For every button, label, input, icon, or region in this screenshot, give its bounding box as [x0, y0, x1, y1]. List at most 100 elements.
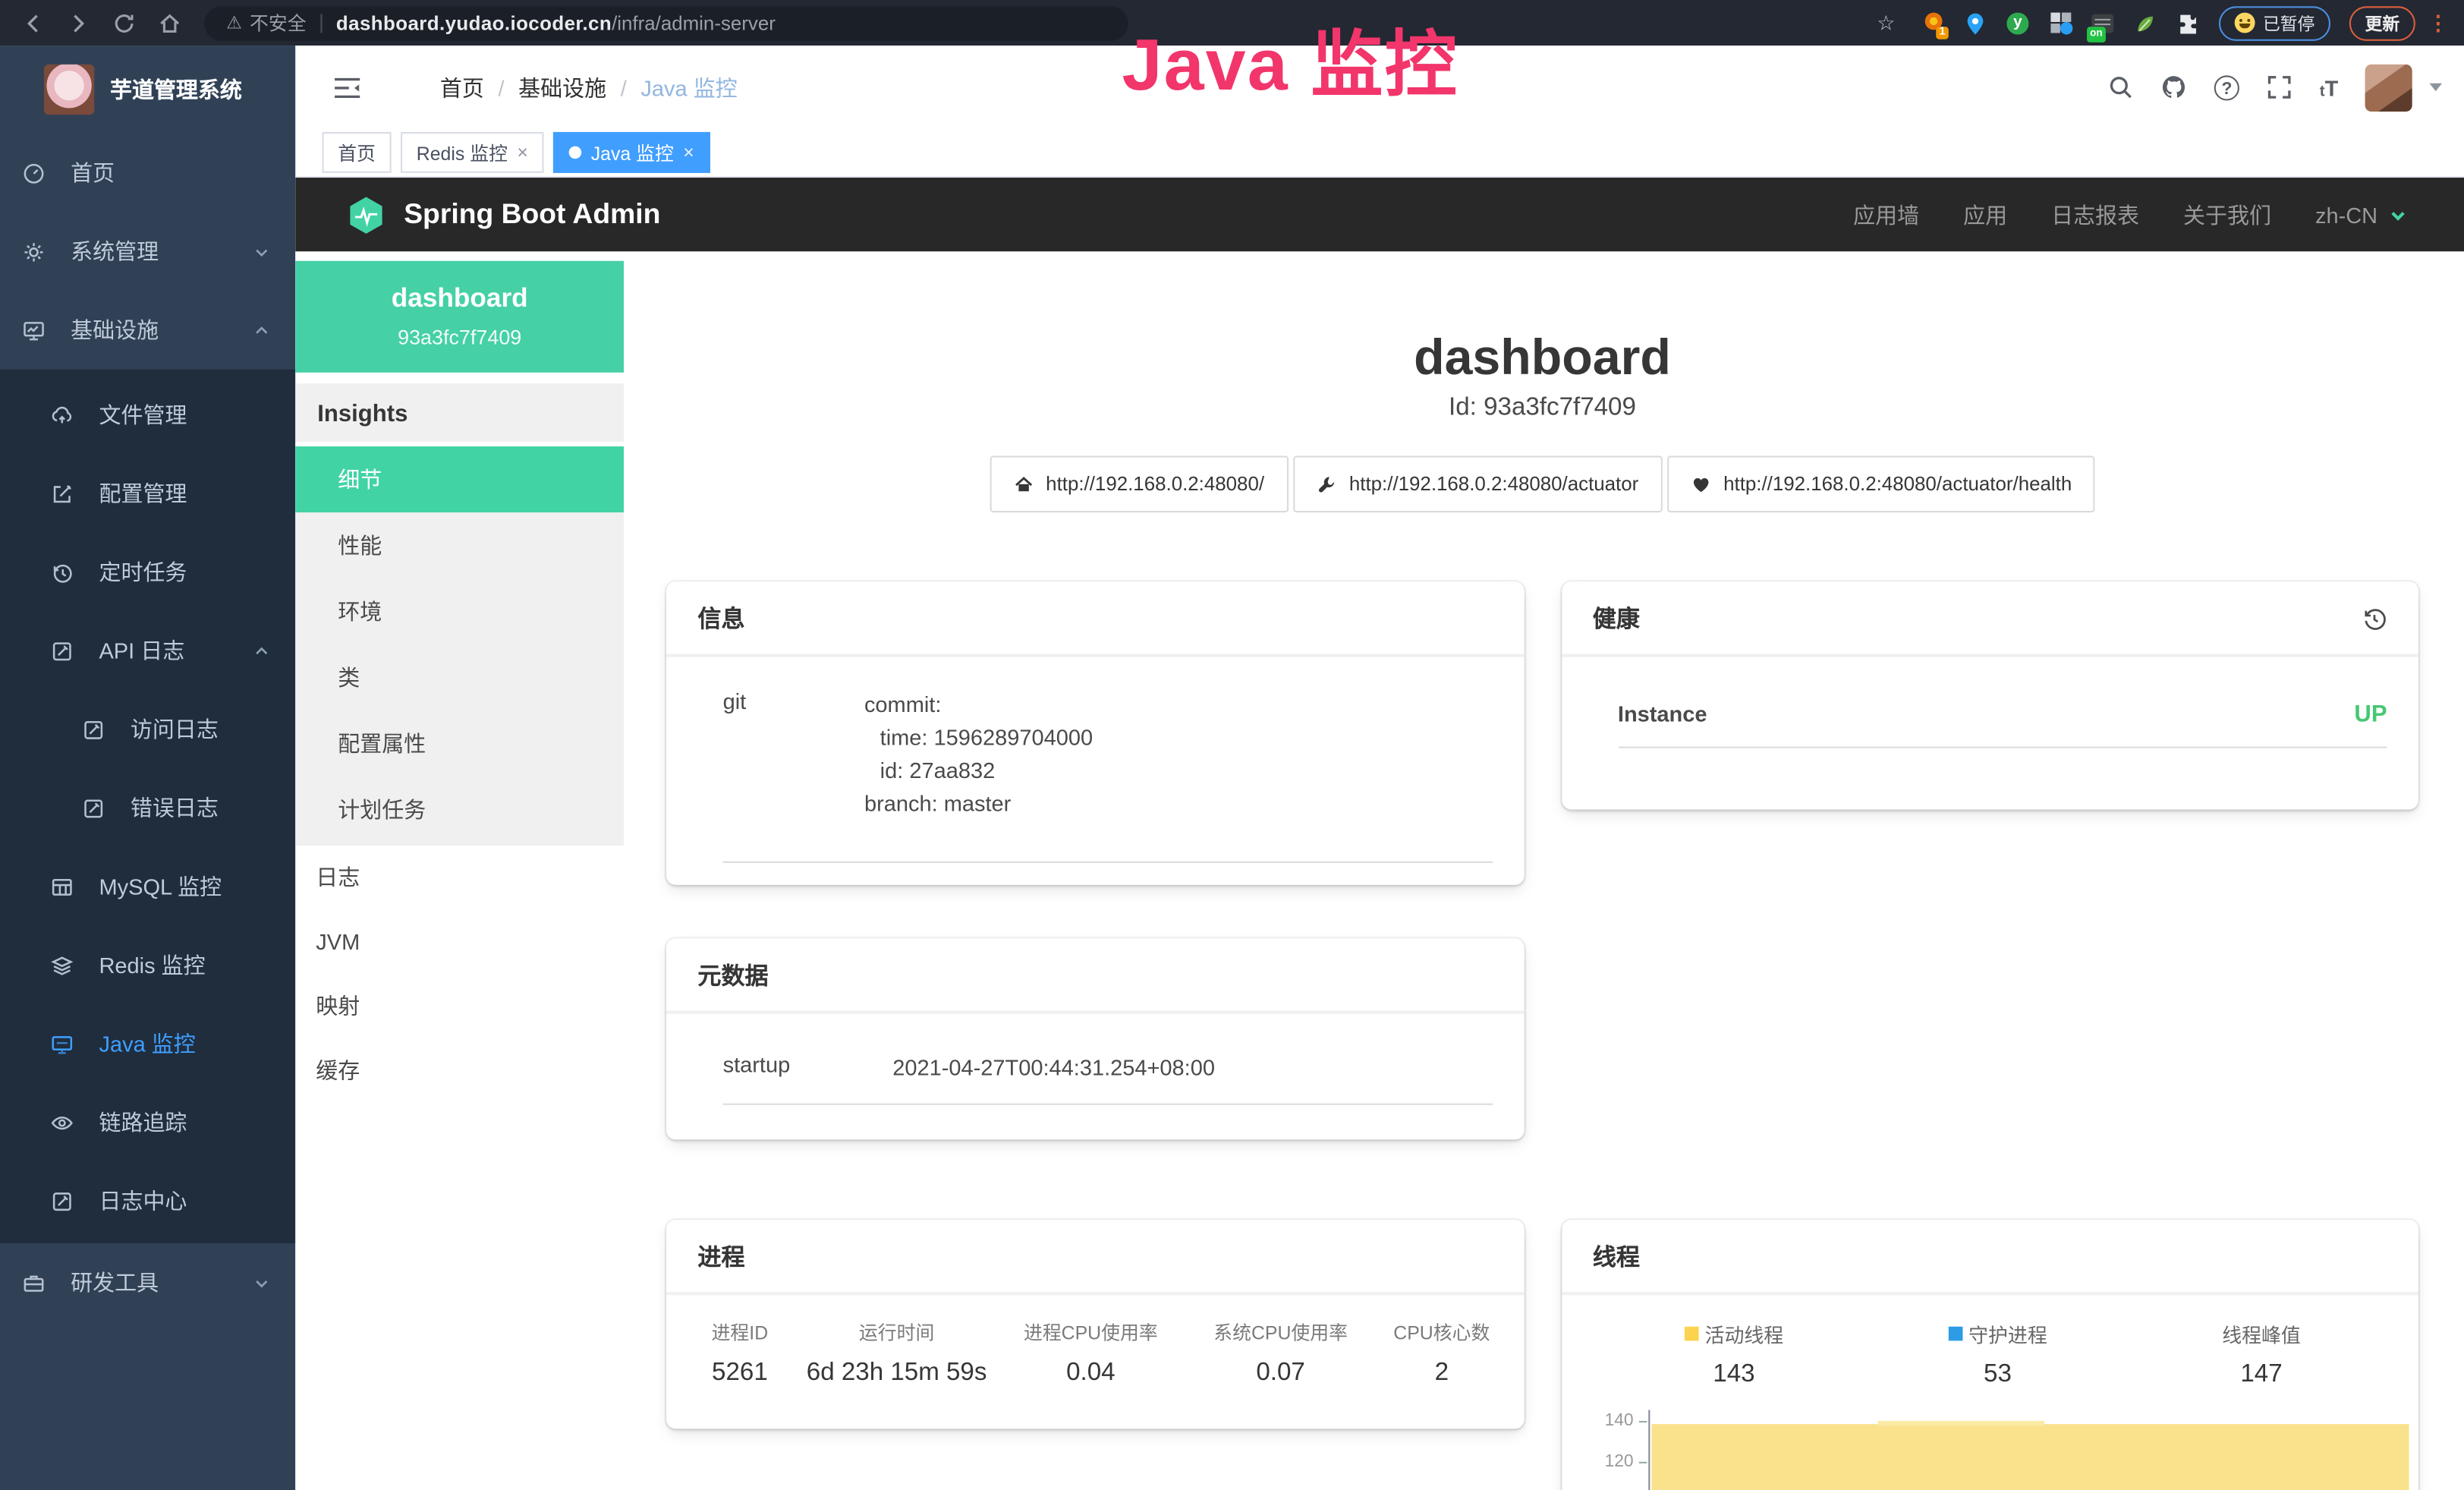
sidebar-item-label: API 日志 [99, 635, 184, 666]
table-row: startup 2021-04-27T00:44:31.254+08:00 [666, 1014, 1524, 1085]
history-icon[interactable] [2362, 606, 2387, 632]
breadcrumb-separator: / [621, 74, 627, 99]
browser-reload-icon[interactable] [112, 10, 137, 35]
sidebar-item-scheduled-jobs[interactable]: 定时任务 [0, 533, 295, 612]
browser-menu-icon[interactable]: ⋮ [2428, 10, 2448, 35]
chevron-up-icon [253, 642, 270, 660]
avatar-caret-icon[interactable] [2429, 83, 2442, 91]
sba-logo-icon [346, 194, 387, 235]
sidebar-item-dev-tools[interactable]: 研发工具 [0, 1243, 295, 1322]
sba-item-classes[interactable]: 类 [295, 644, 624, 710]
help-icon[interactable]: ? [2214, 74, 2239, 99]
threads-legend: 活动线程 143 守护进程 53 [1561, 1296, 2418, 1390]
extension-count-badge: 1 [1936, 26, 1948, 39]
sidebar-item-mysql-monitor[interactable]: MySQL 监控 [0, 847, 295, 926]
search-icon[interactable] [2107, 74, 2134, 100]
actuator-url-label: http://192.168.0.2:48080/actuator [1349, 474, 1638, 496]
legend-swatch-live [1685, 1327, 1699, 1341]
sba-nav-journal[interactable]: 日志报表 [2051, 199, 2139, 230]
sba-item-metrics[interactable]: 性能 [295, 512, 624, 578]
sba-item-mappings[interactable]: 映射 [295, 975, 624, 1039]
service-url-link[interactable]: http://192.168.0.2:48080/ [990, 456, 1288, 513]
gear-icon [22, 240, 46, 263]
sidebar-item-home[interactable]: 首页 [0, 134, 295, 213]
chrome-update-button[interactable]: 更新 [2349, 5, 2415, 40]
sidebar-item-label: 配置管理 [99, 478, 187, 509]
sba-item-config-props[interactable]: 配置属性 [295, 710, 624, 777]
sidebar-item-tracing[interactable]: 链路追踪 [0, 1083, 295, 1162]
sba-item-logs[interactable]: 日志 [295, 846, 624, 910]
extension-pin-icon[interactable] [1962, 10, 1987, 35]
user-avatar[interactable] [2365, 64, 2412, 111]
github-icon[interactable] [2161, 74, 2188, 100]
active-tab-dot [569, 146, 582, 159]
sidebar-item-label: 日志中心 [99, 1185, 187, 1216]
sidebar-item-label: 文件管理 [99, 399, 187, 430]
browser-forward-icon[interactable] [66, 10, 91, 35]
breadcrumb-home[interactable]: 首页 [440, 71, 484, 102]
extension-switch-icon[interactable]: on [2090, 10, 2115, 35]
sba-locale-select[interactable]: zh-CN [2315, 202, 2407, 227]
sba-nav-wallboard[interactable]: 应用墙 [1853, 199, 1919, 230]
extension-y-icon[interactable]: y [2005, 10, 2030, 35]
fullscreen-icon[interactable] [2266, 74, 2292, 100]
browser-back-icon[interactable] [20, 10, 46, 35]
chevron-down-icon [253, 243, 270, 260]
sidebar-item-redis-monitor[interactable]: Redis 监控 [0, 926, 295, 1005]
sidebar-collapse-icon[interactable] [333, 74, 361, 99]
table-icon [50, 874, 74, 898]
gauge-icon [22, 161, 46, 184]
sba-instance-header[interactable]: dashboard 93a3fc7f7409 [295, 261, 624, 373]
service-url-label: http://192.168.0.2:48080/ [1046, 474, 1264, 496]
sba-brand[interactable]: Spring Boot Admin [346, 194, 661, 235]
tab-home[interactable]: 首页 [323, 132, 392, 173]
live-threads-area [1651, 1425, 2409, 1490]
sidebar-item-label: Redis 监控 [99, 950, 205, 981]
tab-java-monitor[interactable]: Java 监控 × [553, 132, 710, 173]
sba-item-environment[interactable]: 环境 [295, 578, 624, 644]
sba-item-jvm[interactable]: JVM [295, 910, 624, 975]
warning-icon: ⚠ [226, 13, 241, 33]
sba-nav-about[interactable]: 关于我们 [2183, 199, 2271, 230]
breadcrumb-infra[interactable]: 基础设施 [518, 71, 606, 102]
browser-home-icon[interactable] [157, 10, 182, 35]
address-bar[interactable]: ⚠ 不安全 dashboard.yudao.iocoder.cn/infra/a… [204, 5, 1128, 40]
y-axis-tick: 120 [1602, 1453, 1633, 1472]
tabs-bar: 首页 Redis 监控 × Java 监控 × [295, 129, 2464, 178]
page-title: dashboard [666, 330, 2418, 386]
sidebar-item-log-center[interactable]: 日志中心 [0, 1161, 295, 1240]
sba-item-caches[interactable]: 缓存 [295, 1039, 624, 1104]
sidebar-item-java-monitor[interactable]: Java 监控 [0, 1004, 295, 1083]
metadata-row-value: 2021-04-27T00:44:31.254+08:00 [892, 1052, 1492, 1085]
extensions-puzzle-icon[interactable] [2175, 10, 2200, 35]
tab-redis-monitor[interactable]: Redis 监控 × [401, 132, 544, 173]
sba-item-details[interactable]: 细节 [295, 446, 624, 512]
instance-name: dashboard [305, 283, 615, 314]
close-icon[interactable]: × [683, 143, 694, 162]
info-row-value: commit: time: 1596289704000 id: 27aa832 … [864, 688, 1492, 821]
sidebar-item-api-log[interactable]: API 日志 [0, 612, 295, 691]
actuator-url-link[interactable]: http://192.168.0.2:48080/actuator [1292, 456, 1662, 513]
app-logo[interactable]: 芋道管理系统 [0, 46, 295, 134]
sba-nav-applications[interactable]: 应用 [1963, 199, 2007, 230]
sidebar-item-config-manage[interactable]: 配置管理 [0, 454, 295, 533]
eye-icon [50, 1110, 74, 1134]
extension-orange-icon[interactable]: 1 [1921, 10, 1946, 35]
extension-grid-icon[interactable] [2047, 10, 2072, 35]
chevron-down-icon [253, 1274, 270, 1291]
threads-card: 线程 活动线程 143 守护进程 [1561, 1220, 2418, 1490]
extension-leaf-icon[interactable] [2132, 10, 2157, 35]
sidebar-item-infra[interactable]: 基础设施 [0, 291, 295, 370]
sidebar-item-error-log[interactable]: 错误日志 [0, 769, 295, 848]
profile-paused-badge[interactable]: 已暂停 [2219, 5, 2330, 40]
font-size-icon[interactable]: tT [2320, 74, 2339, 99]
extension-toolbar: 1 y on [1921, 10, 2201, 35]
close-icon[interactable]: × [517, 143, 528, 162]
sidebar-item-access-log[interactable]: 访问日志 [0, 690, 295, 769]
health-card-title: 健康 [1593, 603, 1640, 635]
sba-item-scheduled-tasks[interactable]: 计划任务 [295, 777, 624, 843]
bookmark-star-icon[interactable]: ☆ [1877, 10, 1895, 35]
sidebar-item-system[interactable]: 系统管理 [0, 213, 295, 291]
sidebar-item-file-manage[interactable]: 文件管理 [0, 376, 295, 455]
health-url-link[interactable]: http://192.168.0.2:48080/actuator/health [1667, 456, 2096, 513]
